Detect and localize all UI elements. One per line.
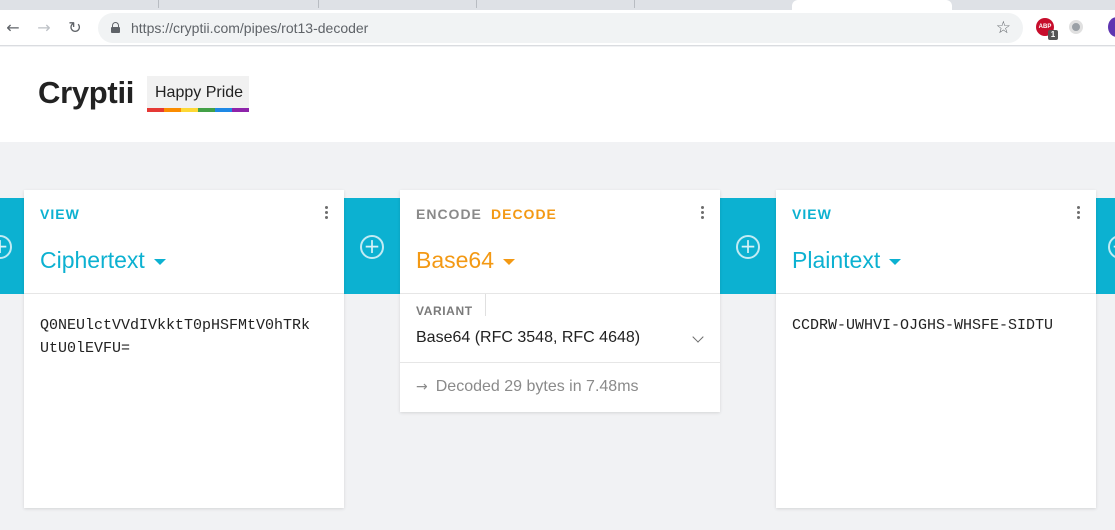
- extension-circle-icon[interactable]: [1069, 20, 1083, 34]
- view-label[interactable]: VIEW: [40, 206, 80, 222]
- more-vert-icon[interactable]: [323, 204, 329, 221]
- ciphertext-textarea[interactable]: Q0NEUlctVVdIVkktT0pHSFMtV0hTRk UtU0lEVFU…: [40, 314, 336, 360]
- rainbow-stripe: [198, 108, 215, 112]
- divider: [400, 362, 720, 363]
- active-tab[interactable]: [792, 0, 952, 10]
- abp-badge: 1: [1048, 30, 1058, 40]
- url-host: https://cryptii.com: [131, 20, 240, 36]
- status-message: → Decoded 29 bytes in 7.48ms: [416, 378, 639, 396]
- more-vert-icon[interactable]: [1075, 204, 1081, 221]
- brick-title-text: Ciphertext: [40, 247, 145, 273]
- brick-title-base64[interactable]: Base64: [416, 247, 516, 274]
- adblock-plus-icon[interactable]: ABP 1: [1036, 18, 1058, 40]
- browser-toolbar: ← → ↻ https://cryptii.com/pipes/rot13-de…: [0, 10, 1115, 46]
- base64-brick: ENCODE DECODE Base64 VARIANT Base64 (RFC…: [400, 190, 720, 412]
- divider: [24, 293, 344, 294]
- rainbow-stripe: [232, 108, 249, 112]
- url-text[interactable]: https://cryptii.com/pipes/rot13-decoder: [131, 20, 368, 36]
- plaintext-brick: VIEW Plaintext CCDRW-UWHVI-OJGHS-WHSFE-S…: [776, 190, 1096, 508]
- add-brick-icon[interactable]: +: [360, 235, 384, 259]
- view-label[interactable]: VIEW: [792, 206, 832, 222]
- add-brick-icon[interactable]: +: [1108, 235, 1115, 259]
- plaintext-textarea[interactable]: CCDRW-UWHVI-OJGHS-WHSFE-SIDTU: [792, 314, 1088, 337]
- arrow-right-icon: →: [37, 17, 51, 37]
- brick-title-plaintext[interactable]: Plaintext: [792, 247, 902, 274]
- lock-icon: [111, 22, 120, 33]
- plaintext-line: CCDRW-UWHVI-OJGHS-WHSFE-SIDTU: [792, 317, 1054, 334]
- caret-down-icon: [889, 258, 902, 265]
- reload-button[interactable]: ↻: [64, 16, 86, 38]
- tab-separator: [318, 0, 319, 8]
- pride-badge: Happy Pride: [147, 76, 249, 112]
- brick-title-text: Plaintext: [792, 247, 881, 273]
- address-bar[interactable]: https://cryptii.com/pipes/rot13-decoder …: [98, 13, 1023, 43]
- tab-separator: [634, 0, 635, 8]
- arrow-right-icon: →: [416, 379, 428, 395]
- ciphertext-line: UtU0lEVFU=: [40, 340, 131, 357]
- add-brick-icon[interactable]: +: [736, 235, 760, 259]
- encode-toggle[interactable]: ENCODE: [416, 206, 482, 222]
- add-brick-icon[interactable]: +: [0, 235, 12, 259]
- url-path: /pipes/rot13-decoder: [239, 20, 369, 36]
- rainbow-stripe: [215, 108, 232, 112]
- rainbow-stripes: [147, 108, 249, 112]
- pipe-connector: +: [344, 198, 400, 294]
- tab-separator: [476, 0, 477, 8]
- variant-label: VARIANT: [416, 304, 473, 318]
- chevron-down-icon[interactable]: [692, 331, 704, 343]
- tab-strip: [0, 0, 1115, 10]
- arrow-left-icon: ←: [6, 17, 20, 37]
- divider: [776, 293, 1096, 294]
- bookmark-star-icon[interactable]: ☆: [996, 18, 1011, 38]
- caret-down-icon: [153, 258, 166, 265]
- brick-title-ciphertext[interactable]: Ciphertext: [40, 247, 166, 274]
- pipe-connector-left: +: [0, 198, 24, 294]
- variant-select[interactable]: Base64 (RFC 3548, RFC 4648): [416, 329, 640, 347]
- variant-divider: [485, 294, 486, 316]
- pride-label: Happy Pride: [155, 84, 244, 101]
- more-vert-icon[interactable]: [699, 204, 705, 221]
- rainbow-stripe: [164, 108, 181, 112]
- site-header: Cryptii Happy Pride: [0, 47, 1115, 142]
- forward-button[interactable]: →: [33, 16, 55, 38]
- rainbow-stripe: [181, 108, 198, 112]
- rainbow-stripe: [147, 108, 164, 112]
- back-button[interactable]: ←: [2, 16, 24, 38]
- brick-title-text: Base64: [416, 247, 495, 273]
- reload-icon: ↻: [68, 17, 82, 37]
- cryptii-logo[interactable]: Cryptii: [38, 75, 134, 111]
- pipe-connector: +: [720, 198, 776, 294]
- status-text: Decoded 29 bytes in 7.48ms: [435, 378, 639, 395]
- pipe-connector-right: +: [1096, 198, 1115, 294]
- decode-toggle[interactable]: DECODE: [491, 206, 557, 222]
- caret-down-icon: [503, 258, 516, 265]
- tab-separator: [158, 0, 159, 8]
- ciphertext-brick: VIEW Ciphertext Q0NEUlctVVdIVkktT0pHSFMt…: [24, 190, 344, 508]
- ciphertext-line: Q0NEUlctVVdIVkktT0pHSFMtV0hTRk: [40, 317, 311, 334]
- divider: [400, 293, 720, 294]
